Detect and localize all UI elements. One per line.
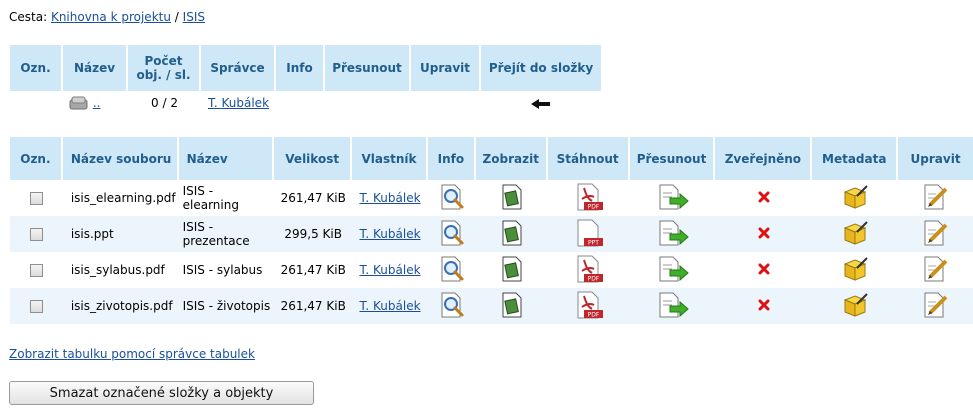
file-title: ISIS - prezentace [178, 216, 275, 252]
folder-goto-cell [481, 91, 601, 115]
view-document-icon[interactable] [500, 184, 524, 213]
col-move: Přesunout [629, 137, 716, 180]
move-arrow-icon[interactable] [657, 292, 689, 321]
col-view: Zobrazit [475, 137, 548, 180]
breadcrumb-prefix: Cesta: [9, 10, 48, 24]
file-size: 299,5 KiB [274, 216, 353, 252]
file-size: 261,47 KiB [274, 288, 353, 324]
edit-pencil-icon[interactable] [922, 256, 950, 285]
folder-count: 0 / 2 [151, 96, 178, 110]
col-download: Stáhnout [547, 137, 630, 180]
col-info: Info [276, 45, 325, 91]
view-document-icon[interactable] [500, 220, 524, 249]
move-arrow-icon[interactable] [657, 184, 689, 213]
file-name: isis_elearning.pdf [70, 191, 176, 205]
view-document-icon[interactable] [500, 292, 524, 321]
col-size: Velikost [274, 137, 353, 180]
pdf-download-icon[interactable]: PDF [574, 255, 604, 286]
file-table-body: isis_elearning.pdf ISIS - elearning 261,… [10, 180, 973, 324]
row-checkbox[interactable] [29, 228, 43, 241]
info-magnifier-icon[interactable] [439, 256, 465, 285]
row-checkbox[interactable] [29, 300, 43, 313]
svg-text:PDF: PDF [587, 275, 599, 282]
breadcrumb-separator: / [174, 10, 179, 24]
file-row: isis_sylabus.pdf ISIS - sylabus 261,47 K… [10, 252, 973, 288]
metadata-box-icon[interactable] [841, 256, 869, 285]
edit-pencil-icon[interactable] [922, 184, 950, 213]
info-magnifier-icon[interactable] [439, 220, 465, 249]
col-select: Ozn. [10, 137, 63, 180]
col-select: Ozn. [10, 45, 63, 91]
file-table: Ozn. Název souboru Název Velikost Vlastn… [10, 137, 973, 324]
col-edit: Upravit [411, 45, 481, 91]
folder-table-header: Ozn. Název Počet obj. / sl. Správce Info… [10, 45, 601, 91]
owner-link[interactable]: T. Kubálek [359, 263, 420, 277]
folder-up-icon [69, 96, 88, 110]
col-owner: Správce [201, 45, 276, 91]
file-name: isis_zivotopis.pdf [62, 288, 179, 324]
row-checkbox[interactable] [29, 264, 43, 277]
col-goto: Přejít do složky [481, 45, 601, 91]
arrow-left-icon[interactable] [531, 98, 551, 109]
file-row: isis_elearning.pdf ISIS - elearning 261,… [10, 180, 973, 216]
svg-text:PDF: PDF [587, 203, 599, 210]
metadata-box-icon[interactable] [841, 184, 869, 213]
col-metadata: Metadata [812, 137, 899, 180]
pdf-download-icon[interactable]: PDF [574, 291, 604, 322]
file-size: 261,47 KiB [280, 263, 346, 277]
unpublished-x-icon[interactable] [757, 190, 771, 207]
view-document-icon[interactable] [500, 256, 524, 285]
col-move: Přesunout [325, 45, 411, 91]
col-name: Název [63, 45, 128, 91]
folder-name-cell: .. [63, 91, 128, 115]
col-info: Info [427, 137, 476, 180]
unpublished-x-icon[interactable] [757, 298, 771, 315]
ppt-download-icon[interactable]: PPT [574, 219, 604, 250]
unpublished-x-icon[interactable] [757, 226, 771, 243]
file-row: isis_zivotopis.pdf ISIS - životopis 261,… [10, 288, 973, 324]
file-table-header: Ozn. Název souboru Název Velikost Vlastn… [10, 137, 973, 180]
folder-name-link[interactable]: .. [93, 96, 101, 110]
table-manager-link[interactable]: Zobrazit tabulku pomocí správce tabulek [9, 347, 255, 361]
col-published: Zveřejněno [715, 137, 813, 180]
file-title: ISIS - životopis [178, 288, 275, 324]
folder-owner-cell: T. Kubálek [201, 91, 276, 115]
owner-link[interactable]: T. Kubálek [359, 191, 420, 205]
folder-row: .. 0 / 2 T. Kubálek [10, 91, 601, 115]
pdf-download-icon[interactable]: PDF [574, 183, 604, 214]
breadcrumb-link-library[interactable]: Knihovna k projektu [51, 10, 171, 24]
breadcrumb: Cesta: Knihovna k projektu / ISIS [9, 10, 205, 24]
folder-select-cell [10, 91, 63, 115]
file-name: isis_sylabus.pdf [70, 263, 165, 277]
metadata-box-icon[interactable] [841, 292, 869, 321]
col-edit: Upravit [898, 137, 973, 180]
move-arrow-icon[interactable] [657, 220, 689, 249]
svg-text:PPT: PPT [588, 239, 599, 246]
col-owner: Vlastník [352, 137, 428, 180]
breadcrumb-link-isis[interactable]: ISIS [183, 10, 205, 24]
file-title: ISIS - sylabus [182, 263, 263, 277]
col-filename: Název souboru [62, 137, 179, 180]
edit-pencil-icon[interactable] [922, 220, 950, 249]
file-name: isis.ppt [62, 216, 179, 252]
metadata-box-icon[interactable] [841, 220, 869, 249]
folder-owner-link[interactable]: T. Kubálek [208, 96, 269, 110]
info-magnifier-icon[interactable] [439, 292, 465, 321]
file-size: 261,47 KiB [280, 191, 346, 205]
edit-pencil-icon[interactable] [922, 292, 950, 321]
col-title: Název [178, 137, 275, 180]
owner-link[interactable]: T. Kubálek [359, 299, 420, 313]
file-title: ISIS - elearning [182, 184, 239, 212]
delete-selected-button[interactable]: Smazat označené složky a objekty [9, 381, 314, 405]
folder-table: Ozn. Název Počet obj. / sl. Správce Info… [10, 45, 601, 115]
svg-text:PDF: PDF [587, 311, 599, 318]
file-row: isis.ppt ISIS - prezentace 299,5 KiB T. … [10, 216, 973, 252]
owner-link[interactable]: T. Kubálek [359, 227, 420, 241]
unpublished-x-icon[interactable] [757, 262, 771, 279]
col-count: Počet obj. / sl. [128, 45, 201, 91]
row-checkbox[interactable] [29, 192, 43, 205]
move-arrow-icon[interactable] [657, 256, 689, 285]
info-magnifier-icon[interactable] [439, 184, 465, 213]
